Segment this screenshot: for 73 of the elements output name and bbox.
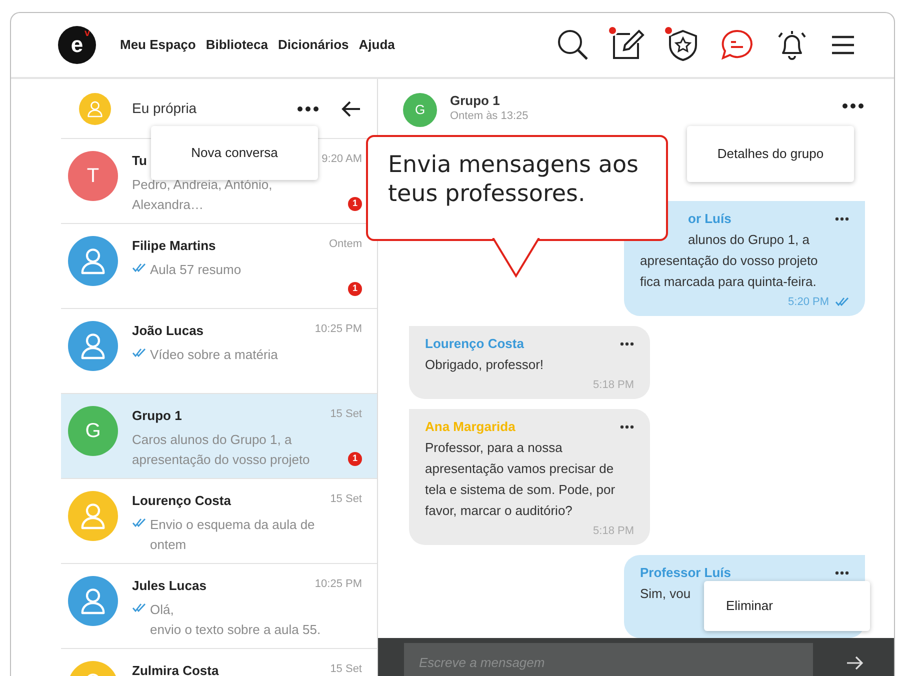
sender-name: Ana Margarida — [425, 418, 516, 436]
message-text: apresentação vamos precisar de — [425, 460, 615, 478]
conversation-item[interactable]: G Grupo 1 15 Set Caros alunos do Grupo 1, a apresentação do vosso projeto 1 — [61, 393, 377, 478]
contact-name: João Lucas — [132, 322, 204, 340]
nav-link[interactable]: Biblioteca — [206, 35, 268, 55]
send-arrow-icon[interactable] — [846, 654, 864, 670]
message-preview: Caros alunos do Grupo 1, a — [132, 430, 293, 449]
message-text: Obrigado, professor! — [425, 356, 545, 374]
shield-star-icon[interactable] — [666, 28, 700, 62]
message-preview: envio o texto sobre a aula 55. — [150, 620, 321, 638]
menu-item[interactable]: Eliminar — [726, 598, 773, 613]
conversation-time: Ontem — [328, 237, 362, 252]
callout-text: Envia mensagens aos teus professores. — [388, 151, 640, 209]
conversation-time: 9:20 AM — [322, 152, 362, 167]
conversation-time: 15 Set — [330, 662, 362, 676]
message-preview: Olá, — [150, 600, 175, 618]
back-arrow-icon[interactable] — [341, 100, 361, 116]
unread-count: 1 — [348, 452, 362, 466]
more-icon[interactable] — [842, 103, 864, 109]
unread-count: 1 — [348, 282, 362, 296]
contact-name: Jules Lucas — [132, 577, 206, 595]
conversation-time: 15 Set — [330, 407, 362, 422]
conversation-item[interactable]: Zulmira Costa 15 Set — [61, 648, 377, 676]
message-text: Professor, para a nossa — [425, 438, 564, 457]
contact-avatar: G — [68, 406, 118, 456]
conversation-time: 10:25 PM — [314, 322, 362, 337]
message-time: 5:18 PM — [593, 378, 634, 392]
nav-link[interactable]: Dicionários — [278, 35, 349, 55]
more-icon[interactable] — [297, 106, 319, 112]
message-time: 5:18 PM — [593, 524, 634, 538]
message-preview: Pedro, Andreia, António, — [132, 176, 272, 194]
message-text: favor, marcar o auditório? — [425, 502, 574, 520]
edit-icon[interactable] — [610, 28, 646, 62]
contact-avatar: T — [68, 151, 118, 201]
person-icon — [85, 98, 105, 118]
sender-name: or Luís — [688, 210, 732, 228]
nav-link[interactable]: Meu Espaço — [120, 35, 196, 55]
sender-name: Lourenço Costa — [425, 335, 524, 353]
contact-name: Tu — [132, 152, 147, 170]
message-time: 5:20 PM — [788, 294, 829, 310]
more-icon[interactable] — [620, 342, 634, 346]
contact-name: Lourenço Costa — [132, 492, 231, 510]
user-name: Eu própria — [132, 99, 197, 118]
message-preview: Vídeo sobre a matéria — [150, 346, 278, 364]
more-icon[interactable] — [835, 570, 849, 575]
contact-name: Grupo 1 — [132, 407, 182, 425]
conversation-time: 15 Set — [330, 492, 362, 507]
message-text: apresentação do vosso projeto — [640, 252, 819, 270]
more-icon[interactable] — [835, 216, 849, 221]
chat-subtitle: Ontem às 13:25 — [450, 109, 528, 123]
chat-title: Grupo 1 — [450, 93, 501, 109]
contact-name: Filipe Martins — [132, 237, 216, 255]
sender-name: Professor Luís — [640, 564, 732, 582]
message-preview: apresentação do vosso projeto — [132, 450, 310, 469]
unread-count: 1 — [348, 197, 362, 211]
message-preview: Aula 57 resumo — [150, 260, 242, 278]
message-preview: ontem — [150, 536, 188, 554]
menu-item[interactable]: Nova conversa — [191, 143, 278, 162]
message-text: alunos do Grupo 1, a — [687, 230, 810, 249]
message-text: fica marcada para quinta-feira. — [640, 272, 818, 291]
group-avatar: G — [403, 93, 437, 127]
message-text: Sim, vou — [640, 584, 692, 602]
search-icon[interactable] — [556, 28, 590, 62]
nav-link[interactable]: Ajuda — [358, 35, 395, 55]
message-text: tela e sistema de som. Pode, por — [425, 480, 616, 499]
conversation-time: 10:25 PM — [314, 577, 362, 592]
contact-name: Zulmira Costa — [132, 662, 219, 676]
message-preview: Alexandra… — [132, 196, 205, 214]
more-icon[interactable] — [620, 424, 634, 429]
menu-item[interactable]: Detalhes do grupo — [717, 144, 824, 164]
chat-icon[interactable] — [720, 28, 754, 62]
menu-icon[interactable] — [830, 33, 856, 57]
message-preview: Envio o esquema da aula de — [150, 516, 315, 534]
